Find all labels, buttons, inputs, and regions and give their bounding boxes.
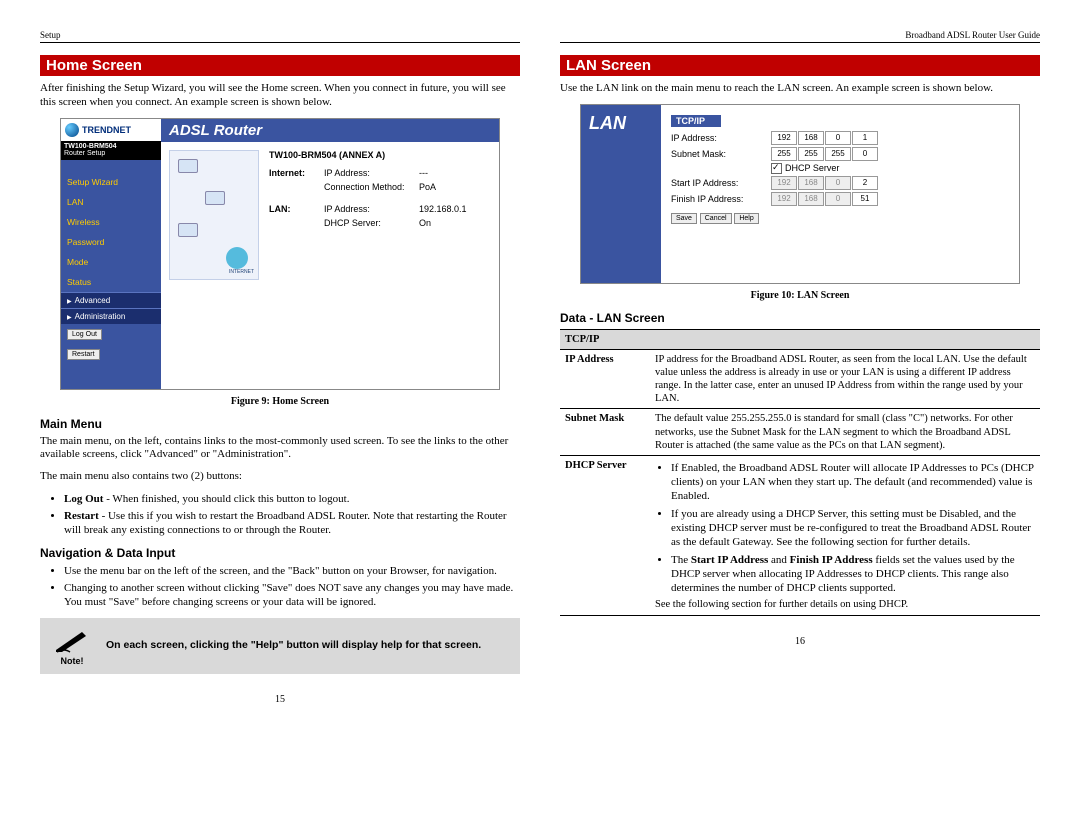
menu-status[interactable]: Status [61,272,161,292]
lan-screenshot: LAN TCP/IP IP Address: 192 168 0 1 Subne… [580,104,1020,284]
start-input-1[interactable]: 192 [771,176,797,190]
header-right-r: Broadband ADSL Router User Guide [905,30,1040,40]
finish-input-2[interactable]: 168 [798,192,824,206]
section-banner-home: Home Screen [40,55,520,76]
dhcp-bullet-2: If you are already using a DHCP Server, … [671,507,1035,550]
restart-button[interactable]: Restart [67,349,100,360]
save-button[interactable]: Save [671,213,697,224]
menu-mode[interactable]: Mode [61,252,161,272]
finish-label: Finish IP Address: [671,194,771,204]
subnet-label: Subnet Mask: [671,149,771,159]
subnet-input-2[interactable]: 255 [798,147,824,161]
start-input-3[interactable]: 0 [825,176,851,190]
page-right: Broadband ADSL Router User Guide LAN Scr… [560,30,1040,705]
menu-password[interactable]: Password [61,232,161,252]
dhcp-tail: See the following section for further de… [655,599,908,610]
home-screenshot: TRENDNET TW100-BRM504 Router Setup Setup… [60,118,500,390]
row-ip-text: IP address for the Broadband ADSL Router… [650,349,1040,409]
network-diagram: INTERNET [169,150,259,280]
row-subnet-label: Subnet Mask [560,409,650,455]
menu-wireless[interactable]: Wireless [61,212,161,232]
row-dhcp-cell: If Enabled, the Broadband ADSL Router wi… [650,455,1040,615]
dhcp-checkbox[interactable] [771,163,782,174]
subnet-input-4[interactable]: 0 [852,147,878,161]
dhcp-check-label: DHCP Server [785,163,839,173]
page-header-right: Broadband ADSL Router User Guide [560,30,1040,43]
row-internet: Internet: [269,168,324,178]
intro-text: After finishing the Setup Wizard, you wi… [40,82,520,110]
menu-advanced[interactable]: Advanced [61,292,161,308]
section-banner-lan: LAN Screen [560,55,1040,76]
nav-bullet-1: Use the menu bar on the left of the scre… [64,564,520,578]
help-button[interactable]: Help [734,213,758,224]
start-label: Start IP Address: [671,178,771,188]
intro-right: Use the LAN link on the main menu to rea… [560,82,1040,96]
figure10-caption: Figure 10: LAN Screen [560,290,1040,301]
ip-input-3[interactable]: 0 [825,131,851,145]
page-header: Setup [40,30,520,43]
model-line2: Router Setup [64,150,158,158]
main-menu-bullets: Log Out - When finished, you should clic… [64,492,520,538]
main-menu-p1: The main menu, on the left, contains lin… [40,435,520,463]
ss-info-table: TW100-BRM504 (ANNEX A) Internet:IP Addre… [269,150,491,280]
internet-label: INTERNET [229,269,254,275]
row-dhcp-label: DHCP Server [560,455,650,615]
menu-administration[interactable]: Administration [61,308,161,324]
start-input-2[interactable]: 168 [798,176,824,190]
ip-input-1[interactable]: 192 [771,131,797,145]
logout-button[interactable]: Log Out [67,329,102,340]
page-left: Setup Home Screen After finishing the Se… [40,30,520,705]
main-menu-p2: The main menu also contains two (2) butt… [40,470,520,484]
menu-lan[interactable]: LAN [61,192,161,212]
main-menu-heading: Main Menu [40,417,520,431]
nav-bullet-2: Changing to another screen without click… [64,581,520,610]
logo-row: TRENDNET [61,119,161,141]
note-icon: Note! [48,626,96,666]
dhcp-bullet-3: The Start IP Address and Finish IP Addre… [671,553,1035,596]
subnet-input-3[interactable]: 255 [825,147,851,161]
subnet-input-1[interactable]: 255 [771,147,797,161]
row-lan: LAN: [269,204,324,214]
page-number-right: 16 [560,636,1040,647]
ss-main: ADSL Router INTERNET TW100-BRM504 (ANNEX… [161,119,499,389]
figure9-caption: Figure 9: Home Screen [40,396,520,407]
ip-input-2[interactable]: 168 [798,131,824,145]
finish-input-4[interactable]: 51 [852,192,878,206]
row-subnet-text: The default value 255.255.255.0 is stand… [650,409,1040,455]
row-ip-label: IP Address [560,349,650,409]
header-left: Setup [40,30,61,40]
table-section-header: TCP/IP [560,329,1040,349]
note-text: On each screen, clicking the "Help" butt… [106,639,481,653]
lan-panel: TCP/IP IP Address: 192 168 0 1 Subnet Ma… [661,105,1019,283]
lan-title: LAN [581,105,661,283]
model-box: TW100-BRM504 Router Setup [61,141,161,160]
nav-heading: Navigation & Data Input [40,546,520,560]
annex-label: TW100-BRM504 (ANNEX A) [269,150,491,160]
data-lan-heading: Data - LAN Screen [560,311,1040,325]
page-number-left: 15 [40,694,520,705]
logo-icon [65,123,79,137]
data-table: TCP/IP IP Address IP address for the Bro… [560,329,1040,616]
finish-input-1[interactable]: 192 [771,192,797,206]
nav-bullets: Use the menu bar on the left of the scre… [64,564,520,610]
note-box: Note! On each screen, clicking the "Help… [40,618,520,674]
menu-setup-wizard[interactable]: Setup Wizard [61,172,161,192]
model-line1: TW100-BRM504 [64,143,158,151]
ss-sidebar: TRENDNET TW100-BRM504 Router Setup Setup… [61,119,161,389]
dhcp-bullet-1: If Enabled, the Broadband ADSL Router wi… [671,461,1035,504]
start-input-4[interactable]: 2 [852,176,878,190]
ss-title: ADSL Router [161,119,499,142]
ip-label: IP Address: [671,133,771,143]
tcpip-label: TCP/IP [671,115,721,127]
logo-text: TRENDNET [82,125,131,135]
cancel-button[interactable]: Cancel [700,213,732,224]
finish-input-3[interactable]: 0 [825,192,851,206]
ip-input-4[interactable]: 1 [852,131,878,145]
internet-icon [226,247,248,269]
